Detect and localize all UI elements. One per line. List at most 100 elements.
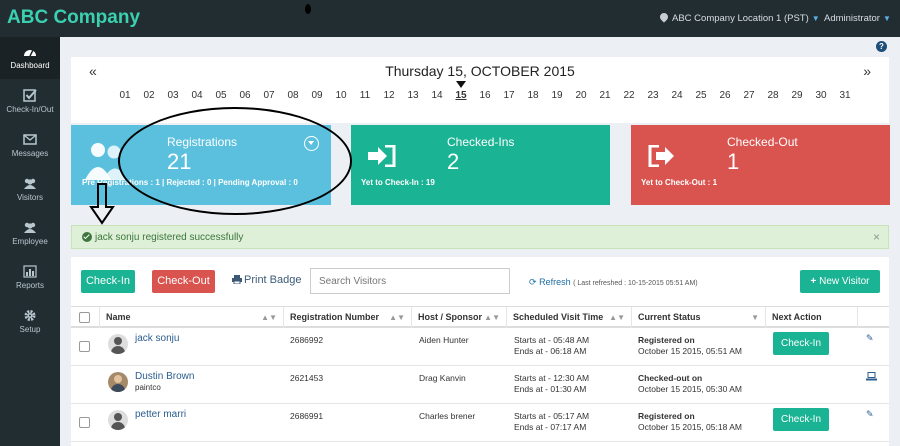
visitor-name-link[interactable]: Dustin Brown (135, 371, 194, 382)
visit-start: Starts at - 12:30 AM (514, 373, 590, 383)
day-24[interactable]: 24 (667, 90, 687, 101)
checked-ins-card[interactable]: Checked-Ins 2 Yet to Check-In : 19 (351, 125, 610, 205)
day-07[interactable]: 07 (259, 90, 279, 101)
sidebar-item-setup[interactable]: Setup (0, 301, 60, 343)
location-label: ABC Company Location 1 (PST) (672, 13, 809, 24)
search-input[interactable] (319, 270, 499, 292)
search-visitors-field[interactable] (310, 268, 510, 294)
plus-icon: + (810, 276, 817, 287)
host-name: Drag Kanvin (419, 373, 466, 383)
day-02[interactable]: 02 (139, 90, 159, 101)
day-12[interactable]: 12 (379, 90, 399, 101)
edit-icon[interactable]: ✎ (866, 333, 874, 344)
sidebar-item-dashboard[interactable]: Dashboard (0, 37, 60, 79)
host-name: Charles brener (419, 411, 476, 421)
day-22[interactable]: 22 (619, 90, 639, 101)
sidebar-item-check-in-out[interactable]: Check-In/Out (0, 81, 60, 123)
sidebar-item-label: Visitors (16, 193, 44, 202)
print-badge-button[interactable]: Print Badge (232, 274, 301, 286)
day-31[interactable]: 31 (835, 90, 855, 101)
day-28[interactable]: 28 (763, 90, 783, 101)
day-09[interactable]: 09 (307, 90, 327, 101)
next-month-button[interactable]: » (863, 63, 871, 79)
avatar (108, 372, 128, 392)
row-checkbox[interactable] (79, 417, 90, 428)
new-visitor-button[interactable]: + New Visitor (800, 270, 880, 293)
sidebar-item-employee[interactable]: Employee (0, 213, 60, 255)
edit-icon[interactable]: ✎ (866, 409, 874, 420)
visitor-name-link[interactable]: petter marri (135, 409, 186, 420)
status-label: Registered on (638, 335, 695, 345)
visitor-name-link[interactable]: jack sonju (135, 333, 179, 344)
day-15[interactable]: 15 (451, 90, 471, 101)
checked-ins-count: 2 (447, 149, 460, 174)
column-header-label: Scheduled Visit Time (513, 312, 604, 322)
visit-end: Ends at - 01:30 AM (514, 384, 587, 394)
column-header-label: Current Status (638, 312, 701, 322)
sidebar-item-visitors[interactable]: Visitors (0, 169, 60, 211)
row-checkbox[interactable] (79, 341, 90, 352)
user-label: Administrator (824, 13, 880, 24)
day-23[interactable]: 23 (643, 90, 663, 101)
day-20[interactable]: 20 (571, 90, 591, 101)
day-14[interactable]: 14 (427, 90, 447, 101)
column-header-registration-number[interactable]: Registration Number ▲▼ (284, 307, 412, 328)
table-row[interactable]: jack sonju 2686992 Aiden Hunter Starts a… (71, 328, 889, 366)
user-menu[interactable]: Administrator ▼ (824, 13, 891, 24)
day-06[interactable]: 06 (235, 90, 255, 101)
day-16[interactable]: 16 (475, 90, 495, 101)
avatar (108, 410, 128, 430)
day-25[interactable]: 25 (691, 90, 711, 101)
day-27[interactable]: 27 (739, 90, 759, 101)
day-04[interactable]: 04 (187, 90, 207, 101)
laptop-icon[interactable] (866, 372, 877, 381)
day-13[interactable]: 13 (403, 90, 423, 101)
check-in-button[interactable]: Check-In (81, 270, 135, 293)
day-11[interactable]: 11 (355, 90, 375, 101)
day-08[interactable]: 08 (283, 90, 303, 101)
column-header-name[interactable]: Name ▲▼ (100, 307, 284, 328)
column-header-current-status[interactable]: Current Status ▼ (632, 307, 766, 328)
day-03[interactable]: 03 (163, 90, 183, 101)
selected-day-marker (456, 81, 466, 88)
status-date: October 15 2015, 05:30 AM (638, 384, 742, 394)
column-header-scheduled-visit-time[interactable]: Scheduled Visit Time ▲▼ (507, 307, 632, 328)
refresh-icon: ⟳ (529, 277, 537, 287)
table-row[interactable]: Dustin Brown paintco 2621453 Drag Kanvin… (71, 366, 889, 404)
brand-logo[interactable]: ABC Company (7, 7, 140, 29)
day-29[interactable]: 29 (787, 90, 807, 101)
day-17[interactable]: 17 (499, 90, 519, 101)
day-26[interactable]: 26 (715, 90, 735, 101)
checkbox-icon (23, 89, 37, 102)
dashboard-icon (23, 45, 37, 58)
checked-ins-label: Checked-Ins (447, 135, 515, 149)
close-icon[interactable]: × (873, 230, 880, 244)
day-21[interactable]: 21 (595, 90, 615, 101)
sort-icon: ▲▼ (389, 313, 405, 322)
column-header-host-sponsor[interactable]: Host / Sponsor ▲▼ (412, 307, 507, 328)
row-check-in-button[interactable]: Check-In (773, 408, 829, 431)
day-01[interactable]: 01 (115, 90, 135, 101)
row-check-in-button[interactable]: Check-In (773, 332, 829, 355)
day-10[interactable]: 10 (331, 90, 351, 101)
envelope-icon (23, 133, 37, 146)
location-selector[interactable]: ABC Company Location 1 (PST) ▼ (658, 11, 820, 24)
sidebar-item-messages[interactable]: Messages (0, 125, 60, 167)
day-18[interactable]: 18 (523, 90, 543, 101)
refresh-button[interactable]: ⟳ Refresh ( Last refreshed : 10-15-2015 … (529, 277, 698, 288)
day-30[interactable]: 30 (811, 90, 831, 101)
day-19[interactable]: 19 (547, 90, 567, 101)
registration-number: 2686992 (290, 335, 324, 345)
day-05[interactable]: 05 (211, 90, 231, 101)
sidebar-item-reports[interactable]: Reports (0, 257, 60, 299)
table-row[interactable]: petter marri 2686991 Charles brener Star… (71, 404, 889, 442)
print-badge-label: Print Badge (244, 274, 302, 286)
sort-icon: ▲▼ (609, 313, 625, 322)
checked-out-card[interactable]: Checked-Out 1 Yet to Check-Out : 1 (631, 125, 890, 205)
help-icon[interactable]: ? (876, 41, 887, 52)
check-out-button[interactable]: Check-Out (152, 270, 215, 293)
select-all-checkbox[interactable] (79, 312, 90, 323)
annotation-arrow-icon (89, 183, 115, 225)
refresh-label: Refresh (539, 277, 571, 287)
checked-out-label: Checked-Out (727, 135, 798, 149)
